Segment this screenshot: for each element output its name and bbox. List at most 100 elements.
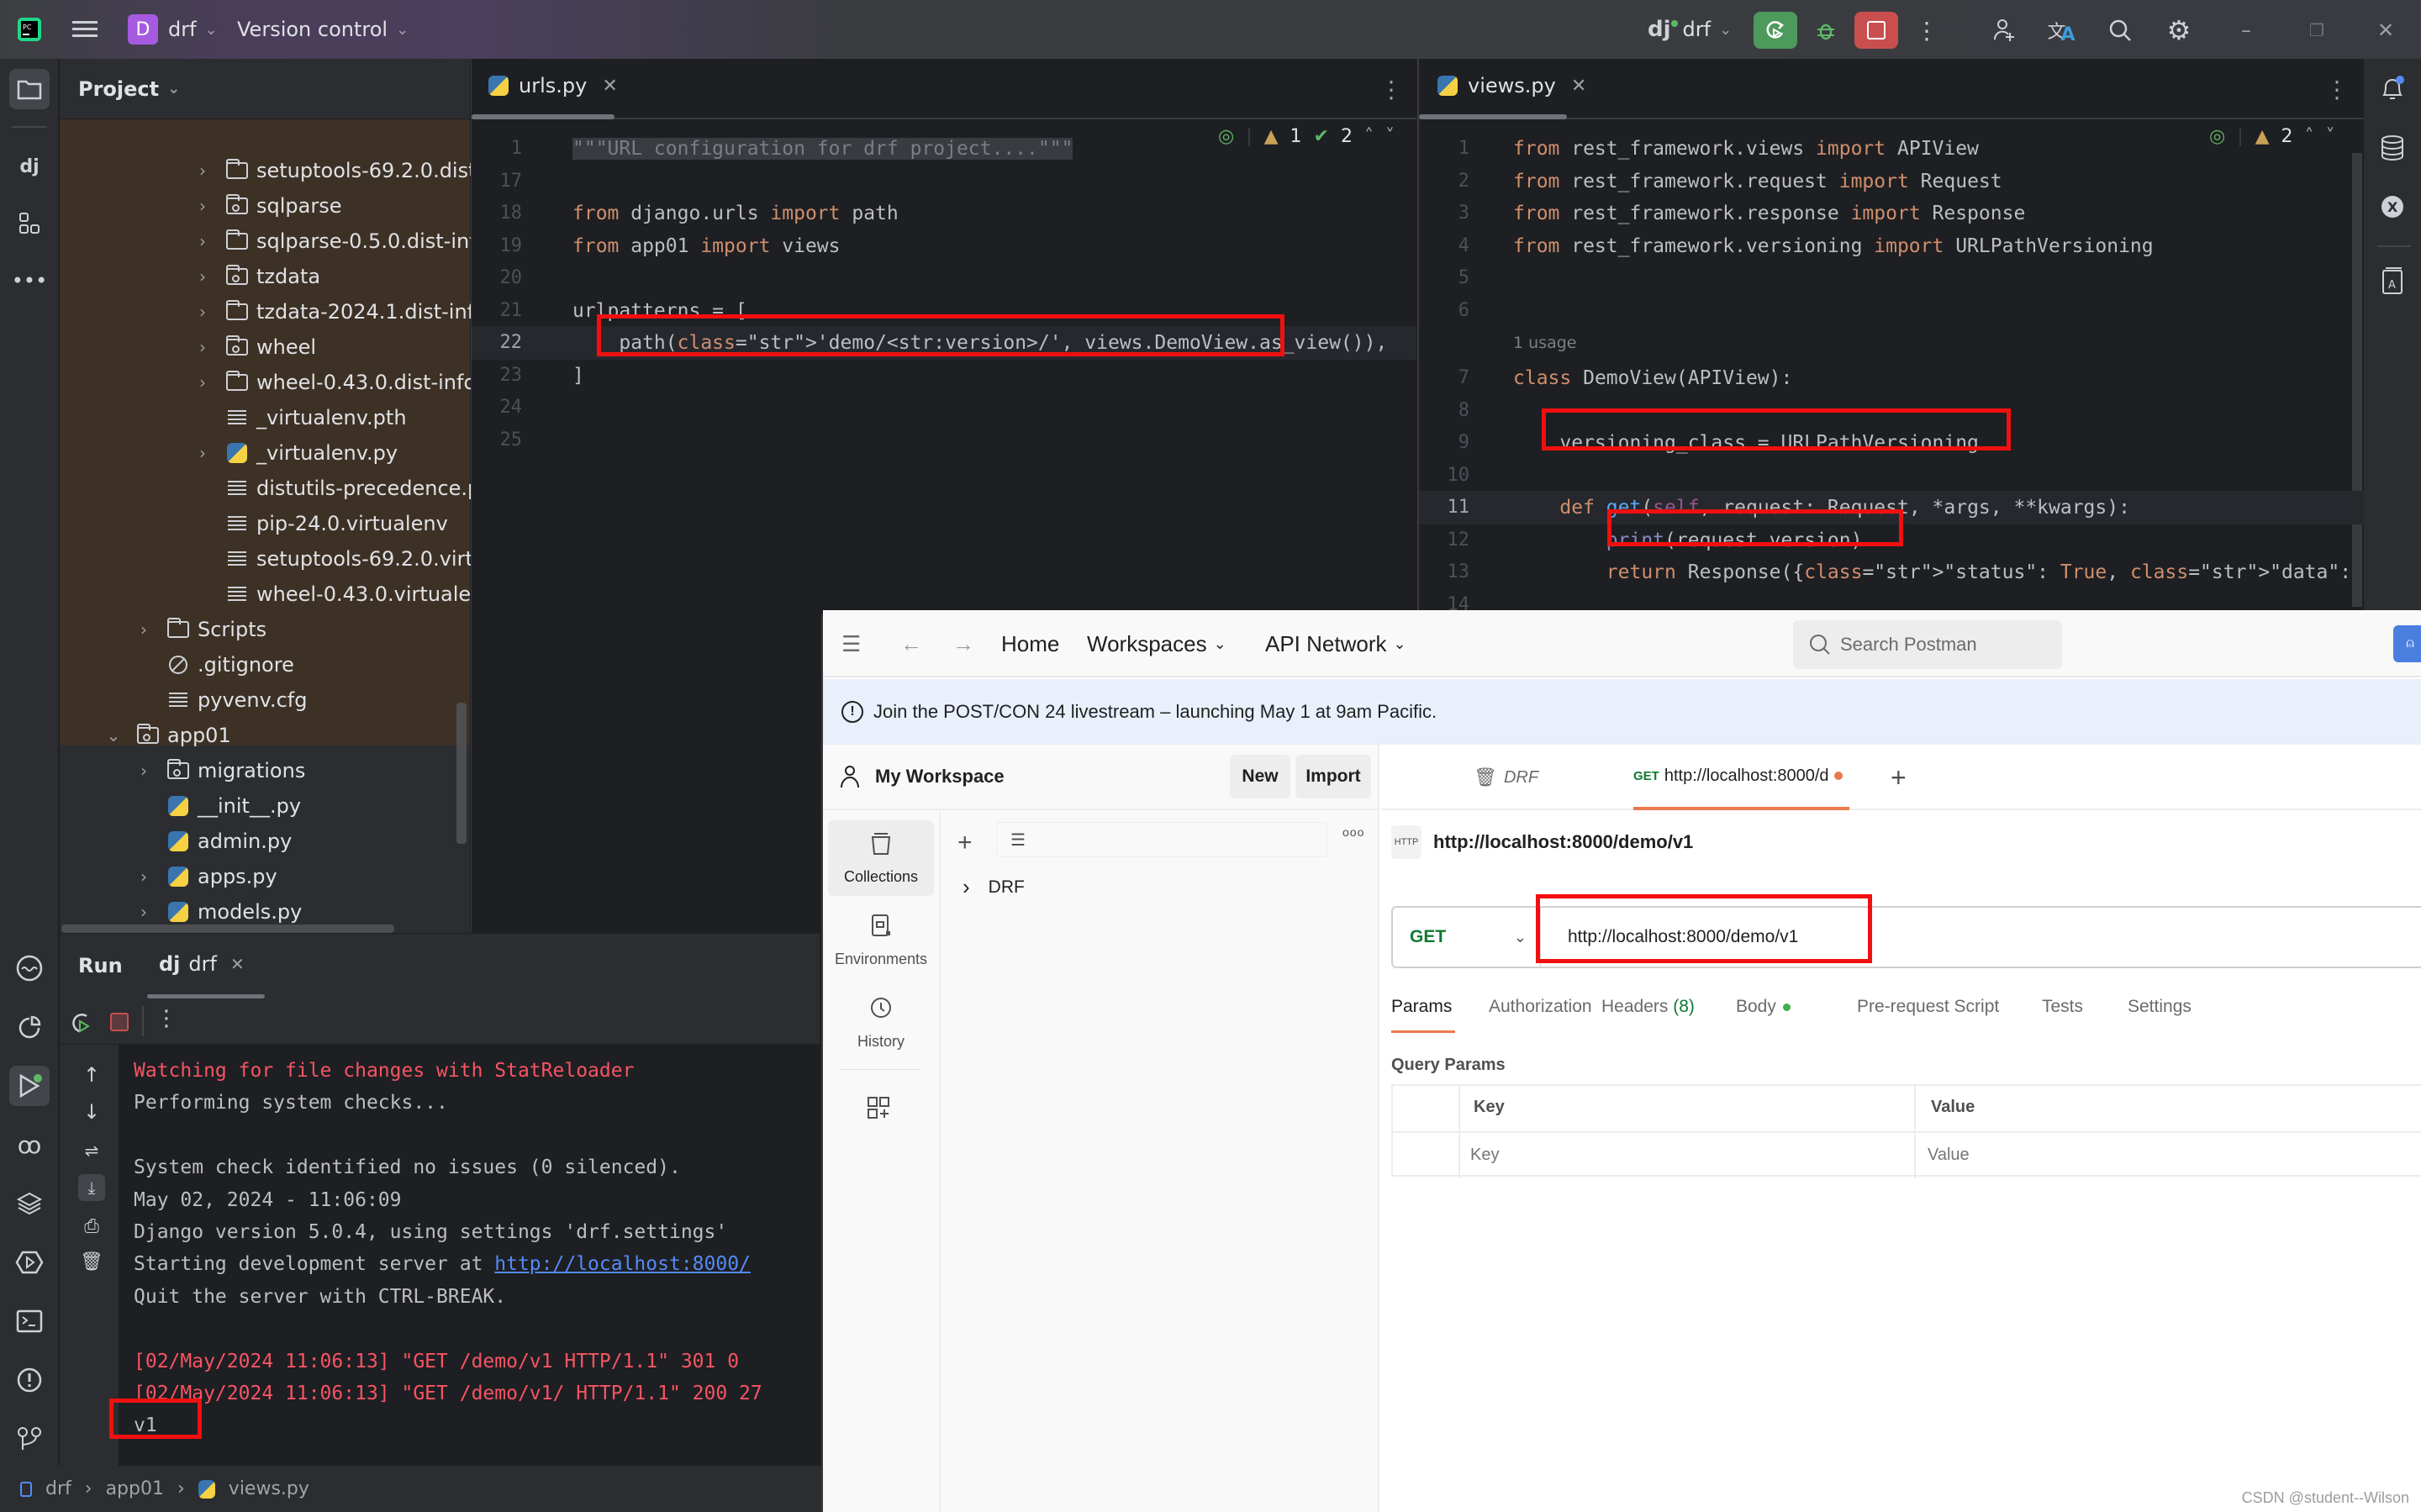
scroll-down-icon[interactable]: ↓ (78, 1098, 105, 1125)
tab-get-request[interactable]: GET http://localhost:8000/d (1633, 745, 1849, 810)
subtab-tests[interactable]: Tests (2042, 997, 2083, 1030)
chevron-right-icon[interactable]: › (194, 443, 211, 463)
editor-scrollbar[interactable] (2352, 153, 2362, 607)
more-options-icon[interactable]: ooo (1342, 825, 1364, 839)
chevron-down-icon[interactable]: ⌄ (105, 725, 122, 745)
run-tool-button[interactable] (9, 1066, 50, 1106)
configure-sidebar-icon[interactable] (867, 1096, 892, 1125)
main-menu-icon[interactable] (72, 0, 98, 59)
notifications-bell-icon[interactable] (2372, 69, 2413, 109)
problems-icon[interactable] (9, 1360, 50, 1400)
close-tab-icon[interactable]: ✕ (602, 76, 617, 97)
database-icon[interactable] (2372, 128, 2413, 168)
banner-text[interactable]: Join the POST/CON 24 livestream – launch… (873, 701, 1437, 723)
breadcrumb-app01[interactable]: app01 (106, 1478, 164, 1499)
editor-more-icon[interactable]: ⋮ (1379, 76, 1403, 103)
nav-api-network[interactable]: API Network ⌄ (1265, 610, 1406, 677)
tree-item[interactable]: › wheel (194, 329, 316, 365)
chevron-right-icon[interactable]: › (194, 337, 211, 357)
code-line[interactable]: from rest_framework.response import Resp… (1513, 198, 2025, 229)
code-line[interactable]: """URL configuration for drf project....… (572, 133, 1073, 165)
more-actions-icon[interactable]: ⋮ (156, 1006, 177, 1031)
stop-icon[interactable] (110, 1013, 129, 1031)
code-line[interactable]: ] (572, 360, 584, 392)
print-icon[interactable]: ⎙ (78, 1213, 105, 1240)
python-packages-icon[interactable] (9, 948, 50, 988)
stop-button[interactable] (1854, 12, 1898, 49)
breadcrumb-drf[interactable]: drf (45, 1478, 71, 1499)
server-url-link[interactable]: http://localhost:8000/ (494, 1253, 751, 1275)
chevron-right-icon[interactable]: › (194, 161, 211, 181)
layers-icon[interactable] (9, 1183, 50, 1224)
subtab-body[interactable]: Body (1736, 997, 1791, 1030)
tree-item[interactable]: › sqlparse (194, 188, 341, 224)
clear-trash-icon[interactable]: 🗑 (78, 1248, 105, 1275)
project-switcher[interactable]: D drf ⌄ (128, 0, 218, 59)
code-line[interactable]: from rest_framework.views import APIView (1513, 133, 1979, 165)
nav-home[interactable]: Home (1001, 610, 1059, 677)
postman-menu-icon[interactable]: ☰ (841, 610, 861, 677)
console-output[interactable]: Watching for file changes with StatReloa… (119, 1045, 820, 1467)
settings-gear-icon[interactable]: ⚙ (2157, 12, 2201, 49)
sidebar-item-collections[interactable]: Collections (828, 820, 934, 896)
chevron-right-icon[interactable]: › (135, 902, 152, 922)
scroll-to-end-icon[interactable]: ⤓ (78, 1174, 105, 1201)
inspection-widget[interactable]: ◎ | ▲ 1 ✔ 2 ˄ ˅ (1218, 126, 1395, 147)
tree-item[interactable]: › tzdata (194, 259, 320, 294)
tree-item[interactable]: admin.py (135, 824, 292, 859)
python-console-icon[interactable]: ꝏ (9, 1125, 50, 1165)
code-line[interactable]: class DemoView(APIView): (1513, 362, 1792, 394)
translate-icon[interactable]: 文A (2039, 12, 2083, 49)
usage-hint[interactable]: 1 usage (1513, 327, 1576, 359)
forward-arrow-icon[interactable]: → (952, 610, 974, 677)
run-config-selector[interactable]: dj drf ⌄ (1648, 0, 1732, 59)
chevron-right-icon[interactable]: › (963, 874, 970, 900)
terminal-icon[interactable] (9, 1301, 50, 1341)
tab-urls-py[interactable]: urls.py ✕ (488, 74, 618, 97)
tree-item[interactable]: wheel-0.43.0.virtualenv (194, 577, 496, 612)
tree-item[interactable]: ⌄ app01 (105, 718, 231, 753)
new-tab-plus-icon[interactable]: + (1891, 745, 1907, 810)
vcs-menu[interactable]: Version control ⌄ (237, 0, 409, 59)
code-line[interactable]: from app01 import views (572, 230, 841, 262)
tree-item[interactable]: › migrations (135, 753, 305, 788)
more-actions-icon[interactable]: ⋮ (1905, 12, 1949, 49)
django-structure-icon[interactable]: dj (9, 146, 50, 187)
git-icon[interactable] (9, 1419, 50, 1459)
method-select[interactable]: GET ⌄ (1393, 908, 1541, 967)
sidebar-item-environments[interactable]: Environments (828, 903, 934, 978)
close-tab-icon[interactable]: ✕ (230, 954, 245, 974)
tree-horizontal-scrollbar[interactable] (61, 925, 394, 933)
more-tools-icon[interactable]: ••• (9, 261, 50, 301)
request-name[interactable]: http://localhost:8000/demo/v1 (1433, 831, 1693, 853)
close-tab-icon[interactable]: ✕ (1571, 76, 1586, 97)
chevron-right-icon[interactable]: › (194, 302, 211, 322)
code-line[interactable]: from rest_framework.request import Reque… (1513, 166, 2002, 198)
tab-drf-collection[interactable]: 🗑 DRF (1474, 745, 1538, 810)
code-line[interactable]: from django.urls import path (572, 198, 899, 229)
project-tool-button[interactable] (9, 69, 50, 109)
prev-issue-icon[interactable]: ˄ (1364, 126, 1374, 147)
project-panel-header[interactable]: Project ⌄ (60, 59, 470, 119)
close-window-button[interactable]: ✕ (2364, 12, 2408, 49)
run-tab-drf[interactable]: dj drf ✕ (159, 952, 245, 976)
new-button[interactable]: New (1230, 755, 1290, 798)
param-key-input[interactable] (1470, 1136, 1891, 1173)
documentation-book-icon[interactable]: A (2372, 261, 2413, 301)
tree-item[interactable]: pip-24.0.virtualenv (194, 506, 448, 541)
add-user-icon[interactable] (1982, 12, 2026, 49)
tree-vertical-scrollbar[interactable] (456, 703, 467, 844)
tree-item[interactable]: › sqlparse-0.5.0.dist-info (194, 224, 488, 259)
soft-wrap-icon[interactable]: ⇌ (78, 1137, 105, 1164)
next-issue-icon[interactable]: ˅ (1385, 126, 1395, 147)
tree-item[interactable]: __init__.py (135, 788, 301, 824)
restore-button[interactable]: ❐ (2295, 12, 2339, 49)
create-collection-icon[interactable]: + (957, 829, 973, 857)
param-value-input[interactable] (1928, 1136, 2398, 1173)
subtab-settings[interactable]: Settings (2128, 997, 2192, 1030)
invite-user-button[interactable]: ⍝ (2393, 625, 2421, 662)
chevron-right-icon[interactable]: › (135, 619, 152, 640)
tree-item[interactable]: › Scripts (135, 612, 266, 647)
tree-item[interactable]: _virtualenv.pth (194, 400, 407, 435)
debug-button[interactable] (1804, 12, 1848, 49)
